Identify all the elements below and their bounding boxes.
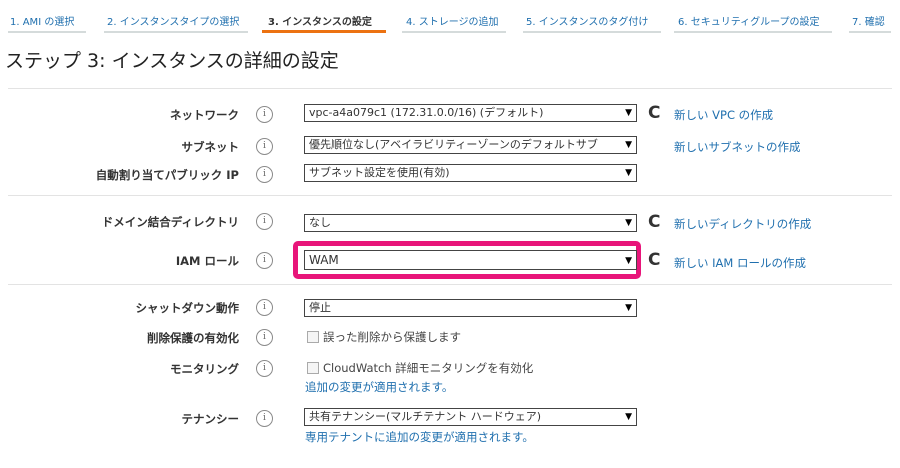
info-icon[interactable]: i [256, 166, 273, 183]
monitoring-checkbox-label: CloudWatch 詳細モニタリングを有効化 [323, 361, 534, 375]
info-icon[interactable]: i [256, 213, 273, 230]
shutdown-value: 停止 [309, 301, 331, 314]
shutdown-label: シャットダウン動作 [135, 301, 240, 315]
termination-row: 削除保護の有効化 i 誤った削除から保護します [0, 327, 900, 349]
network-select[interactable]: vpc-a4a079c1 (172.31.0.0/16) (デフォルト) ▼ [304, 104, 637, 122]
tenancy-select[interactable]: 共有テナンシー(マルチテナント ハードウェア) ▼ [304, 408, 637, 426]
domain-value: なし [309, 216, 331, 229]
monitoring-row: モニタリング i CloudWatch 詳細モニタリングを有効化 [0, 358, 900, 380]
tab-underline [523, 31, 661, 33]
public-ip-value: サブネット設定を使用(有効) [309, 166, 450, 179]
create-iam-role-link[interactable]: 新しい IAM ロールの作成 [674, 255, 806, 271]
info-icon[interactable]: i [256, 360, 273, 377]
network-row: ネットワーク i vpc-a4a079c1 (172.31.0.0/16) (デ… [0, 103, 900, 126]
caret-down-icon: ▼ [625, 303, 632, 313]
tab-add-tags[interactable]: 5. インスタンスのタグ付け [526, 13, 648, 28]
subnet-select[interactable]: 優先順位なし(アベイラビリティーゾーンのデフォルトサブ ▼ [304, 136, 637, 154]
tab-instance-type[interactable]: 2. インスタンスタイプの選択 [107, 13, 239, 28]
monitoring-checkbox[interactable] [307, 362, 319, 374]
info-icon[interactable]: i [256, 299, 273, 316]
caret-down-icon: ▼ [625, 168, 632, 178]
divider [8, 284, 892, 285]
info-icon[interactable]: i [256, 138, 273, 155]
tab-security-group[interactable]: 6. セキュリティグループの設定 [678, 13, 820, 28]
caret-down-icon: ▼ [625, 108, 632, 118]
info-icon[interactable]: i [256, 410, 273, 427]
public-ip-row: 自動割り当てパブリック IP i サブネット設定を使用(有効) ▼ [0, 164, 900, 186]
iam-role-select[interactable]: WAM ▼ [304, 250, 637, 270]
tab-review[interactable]: 7. 確認 [852, 13, 885, 28]
termination-label: 削除保護の有効化 [147, 331, 239, 345]
domain-select[interactable]: なし ▼ [304, 214, 637, 232]
create-vpc-link[interactable]: 新しい VPC の作成 [674, 107, 773, 123]
tenancy-value: 共有テナンシー(マルチテナント ハードウェア) [309, 410, 542, 423]
public-ip-select[interactable]: サブネット設定を使用(有効) ▼ [304, 164, 637, 182]
shutdown-row: シャットダウン動作 i 停止 ▼ [0, 297, 900, 319]
tab-underline-active [262, 30, 386, 33]
network-value: vpc-a4a079c1 (172.31.0.0/16) (デフォルト) [309, 106, 544, 119]
network-label: ネットワーク [170, 108, 239, 122]
tab-underline [674, 31, 832, 33]
monitoring-note[interactable]: 追加の変更が適用されます。 [305, 379, 453, 395]
tab-ami[interactable]: 1. AMI の選択 [10, 13, 74, 28]
refresh-icon[interactable]: C [648, 250, 660, 270]
tenancy-label: テナンシー [181, 412, 240, 426]
iam-role-row: IAM ロール i WAM ▼ C 新しい IAM ロールの作成 [0, 250, 900, 272]
caret-down-icon: ▼ [625, 256, 632, 266]
domain-label: ドメイン結合ディレクトリ [101, 215, 239, 229]
wizard-tabs: 1. AMI の選択 2. インスタンスタイプの選択 3. インスタンスの設定 … [0, 0, 900, 34]
domain-row: ドメイン結合ディレクトリ i なし ▼ C 新しいディレクトリの作成 [0, 211, 900, 233]
tenancy-row: テナンシー i 共有テナンシー(マルチテナント ハードウェア) ▼ [0, 408, 900, 430]
refresh-icon[interactable]: C [648, 212, 660, 232]
caret-down-icon: ▼ [625, 218, 632, 228]
shutdown-select[interactable]: 停止 ▼ [304, 299, 637, 317]
tab-configure-instance[interactable]: 3. インスタンスの設定 [268, 13, 372, 28]
subnet-row: サブネット i 優先順位なし(アベイラビリティーゾーンのデフォルトサブ ▼ 新し… [0, 136, 900, 158]
subnet-value: 優先順位なし(アベイラビリティーゾーンのデフォルトサブ [309, 138, 598, 151]
tab-underline [402, 31, 506, 33]
tab-add-storage[interactable]: 4. ストレージの追加 [406, 13, 499, 28]
caret-down-icon: ▼ [625, 140, 632, 150]
page-title: ステップ 3: インスタンスの詳細の設定 [5, 50, 339, 72]
create-directory-link[interactable]: 新しいディレクトリの作成 [674, 216, 811, 232]
info-icon[interactable]: i [256, 252, 273, 269]
monitoring-label: モニタリング [170, 362, 239, 376]
divider [8, 195, 892, 196]
tenancy-note[interactable]: 専用テナントに追加の変更が適用されます。 [305, 429, 534, 445]
tab-underline [8, 31, 86, 33]
divider [8, 88, 892, 89]
termination-checkbox[interactable] [307, 331, 319, 343]
subnet-label: サブネット [181, 140, 240, 154]
iam-role-label: IAM ロール [175, 254, 239, 268]
tab-underline [104, 31, 248, 33]
public-ip-label: 自動割り当てパブリック IP [95, 168, 239, 182]
create-subnet-link[interactable]: 新しいサブネットの作成 [674, 139, 801, 155]
tab-underline [849, 31, 891, 33]
iam-role-value: WAM [309, 253, 339, 267]
info-icon[interactable]: i [256, 106, 273, 123]
termination-checkbox-label: 誤った削除から保護します [323, 330, 461, 344]
info-icon[interactable]: i [256, 329, 273, 346]
refresh-icon[interactable]: C [648, 103, 660, 123]
caret-down-icon: ▼ [625, 412, 632, 422]
